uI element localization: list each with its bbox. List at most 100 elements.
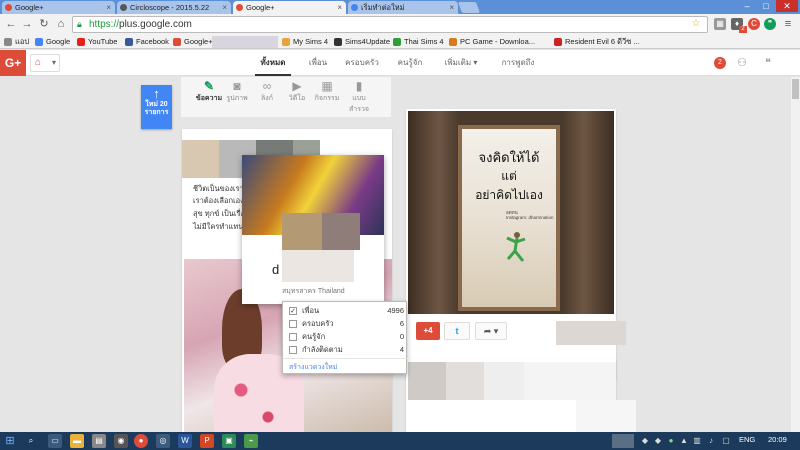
share-post-button[interactable]: ➦ ▾ [475, 322, 507, 340]
share-text-button[interactable]: ✎ ข้อความ [195, 79, 223, 104]
word-icon[interactable]: W [178, 434, 192, 448]
circle-row-friends[interactable]: ✓ เพื่อน 4996 [289, 305, 404, 317]
forward-icon[interactable]: → [20, 17, 34, 31]
circle-row-family[interactable]: ครอบครัว 6 [289, 318, 404, 330]
gplus-header: G+ ⌂ ▾ ทั้งหมด เพื่อน ครอบครัว คนรู้จัก เ… [0, 50, 800, 76]
search-icon[interactable]: ⌕ [24, 434, 38, 448]
tab-more[interactable]: เพิ่มเติม ▾ [438, 50, 484, 76]
close-tab-icon[interactable]: × [106, 1, 111, 14]
quote-poster-image[interactable]: จงคิดให้ได้ แต่ อย่าคิดไปเอง อดทน Instagr… [408, 111, 614, 314]
notification-badge[interactable]: 2 [714, 57, 726, 69]
media-icon[interactable]: ◎ [156, 434, 170, 448]
tray-icon[interactable]: ● [666, 434, 676, 448]
file-explorer-icon[interactable]: ▬ [70, 434, 84, 448]
browser-tab-4[interactable]: เริ่มทำต่อใหม่ × [348, 1, 458, 14]
bookmark-gplus[interactable]: Google+ [173, 36, 213, 48]
app-icon[interactable]: ⌁ [244, 434, 258, 448]
profile-hovercard: d สมุทรสาคร Thailand [242, 155, 384, 304]
tab-acquaintances[interactable]: คนรู้จัก [390, 50, 430, 76]
twitter-icon: t [455, 326, 459, 336]
checkbox-checked-icon[interactable]: ✓ [289, 307, 297, 315]
checkbox-icon[interactable] [289, 333, 297, 341]
browser-tab-3[interactable]: Google+ × [233, 1, 346, 14]
tab-friends[interactable]: เพื่อน [300, 50, 336, 76]
tab-mentions[interactable]: การพูดถึง [496, 50, 540, 76]
bookmark-thai-sims-4[interactable]: Thai Sims 4 [393, 36, 444, 48]
profile-name[interactable]: d [272, 262, 279, 277]
share-event-button[interactable]: ▦ กิจกรรม [313, 79, 341, 104]
tab-family[interactable]: ครอบครัว [342, 50, 382, 76]
bookmark-youtube[interactable]: YouTube [77, 36, 117, 48]
bookmark-sims4update[interactable]: Sims4Update [334, 36, 390, 48]
store-icon[interactable]: ▤ [92, 434, 106, 448]
address-bar[interactable]: 🔒︎ https://plus.google.com [72, 16, 708, 33]
browser-tab-2[interactable]: Circloscope - 2015.5.22 × [117, 1, 231, 14]
home-icon[interactable]: ⌂ [54, 17, 68, 31]
chevron-down-icon: ▾ [51, 58, 56, 67]
post-card: จงคิดให้ได้ แต่ อย่าคิดไปเอง อดทน Instagr… [406, 109, 626, 379]
windows-start-icon[interactable]: ⊞ [3, 434, 17, 448]
close-window-icon[interactable]: ✕ [776, 0, 798, 12]
powerpoint-icon[interactable]: P [200, 434, 214, 448]
clock[interactable]: 20:09 [768, 435, 787, 444]
people-icon[interactable]: ⚇ [735, 56, 749, 70]
checkbox-icon[interactable] [289, 346, 297, 354]
stream: ↑ ใหม่ 20 รายการ ✎ ข้อความ ◙ รูปภาพ ∞ ลิงก์… [0, 77, 800, 432]
bookmark-star-icon[interactable]: ☆ [689, 17, 703, 31]
back-icon[interactable]: ← [4, 17, 18, 31]
close-tab-icon[interactable]: × [449, 1, 454, 14]
twitter-share-button[interactable]: t [444, 322, 470, 340]
reload-icon[interactable]: ↻ [37, 17, 51, 31]
language-indicator[interactable]: ENG [739, 435, 755, 444]
pencil-icon: ✎ [203, 79, 215, 93]
hangouts-chat-icon[interactable]: ❝ [761, 56, 775, 70]
checkbox-icon[interactable] [289, 320, 297, 328]
bookmark-resident-evil[interactable]: Resident Evil 6 ดีวีซ ... [554, 36, 640, 48]
share-photo-button[interactable]: ◙ รูปภาพ [223, 79, 251, 104]
gplus-logo[interactable]: G+ [0, 50, 26, 76]
extension-1-icon[interactable]: ▦ [714, 18, 726, 30]
tab-all[interactable]: ทั้งหมด [255, 50, 291, 76]
browser-tab-1[interactable]: Google+ × [2, 1, 115, 14]
app-icon[interactable]: ◉ [114, 434, 128, 448]
close-tab-icon[interactable]: × [222, 1, 227, 14]
tray-icon[interactable]: ▲ [679, 434, 689, 448]
circle-count: 4996 [387, 306, 404, 315]
share-label: รูปภาพ [226, 95, 248, 102]
maximize-icon[interactable]: □ [757, 0, 775, 12]
chrome-menu-icon[interactable]: ≡ [781, 17, 795, 31]
new-posts-button[interactable]: ↑ ใหม่ 20 รายการ [141, 85, 172, 129]
share-poll-button[interactable]: ▮ แบบสำรวจ [343, 79, 375, 115]
minimize-icon[interactable]: – [738, 0, 756, 12]
circle-row-acquaintances[interactable]: คนรู้จัก 0 [289, 331, 404, 343]
share-link-button[interactable]: ∞ ลิงก์ [253, 79, 281, 104]
calendar-icon: ▦ [321, 79, 333, 93]
close-tab-icon[interactable]: × [337, 1, 342, 14]
new-tab-button[interactable] [457, 2, 481, 13]
volume-icon[interactable]: ♪ [706, 434, 716, 448]
extension-3-icon[interactable]: C [748, 18, 760, 30]
network-icon[interactable]: ▥ [692, 434, 702, 448]
circle-row-following[interactable]: กำลังติดตาม 4 [289, 344, 404, 356]
tray-icon[interactable]: ◆ [653, 434, 663, 448]
create-circle-link[interactable]: สร้างแวดวงใหม่ [289, 362, 337, 373]
plus-one-button[interactable]: +4 [416, 322, 440, 340]
bookmark-facebook[interactable]: Facebook [125, 36, 169, 48]
bookmark-pc-game[interactable]: PC Game - Downloa... [449, 36, 535, 48]
app-icon[interactable]: ▣ [222, 434, 236, 448]
notifications-icon[interactable]: ▢ [721, 434, 731, 448]
scrollbar-thumb[interactable] [792, 79, 799, 99]
tray-icon[interactable]: ◆ [640, 434, 650, 448]
share-arrow-icon: ➦ [483, 326, 492, 336]
bookmark-my-sims-4[interactable]: My Sims 4 [282, 36, 328, 48]
scrollbar[interactable] [791, 77, 800, 432]
circle-label: ครอบครัว [302, 319, 334, 328]
hangouts-icon[interactable]: ❞ [764, 18, 776, 30]
bookmark-apps[interactable]: แอป [4, 36, 29, 48]
home-menu-button[interactable]: ⌂ ▾ [30, 54, 60, 72]
new-tab-favicon-icon [351, 4, 358, 11]
bookmark-google[interactable]: Google [35, 36, 70, 48]
share-video-button[interactable]: ▶ วิดีโอ [283, 79, 311, 104]
task-view-icon[interactable]: ▭ [48, 434, 62, 448]
chrome-icon[interactable]: ● [134, 434, 148, 448]
